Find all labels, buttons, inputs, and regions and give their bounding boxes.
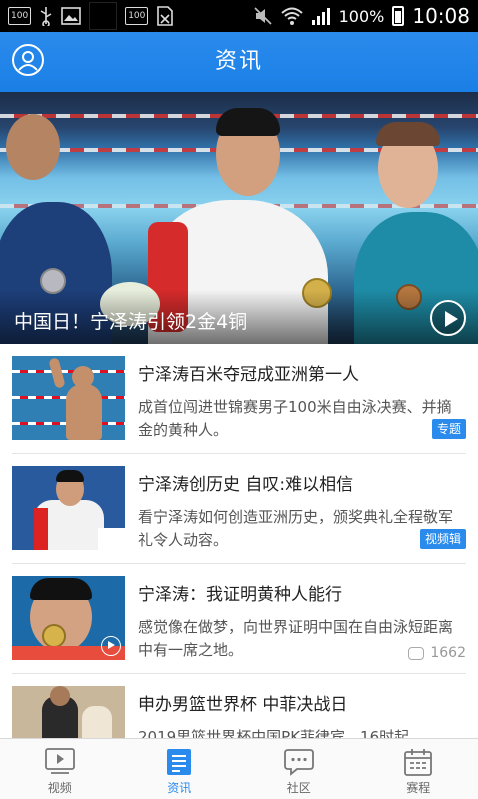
news-icon <box>167 749 192 775</box>
tab-label: 视频 <box>47 781 72 795</box>
athlete-hair <box>216 108 280 136</box>
video-collection-tag: 视频辑 <box>419 529 466 549</box>
news-thumbnail <box>12 576 125 660</box>
calendar-icon <box>404 749 433 776</box>
news-thumbnail <box>12 356 125 440</box>
athlete-right-hair <box>376 122 440 146</box>
play-icon <box>101 636 121 656</box>
status-bar: 100 100 100% 10:08 <box>0 0 478 32</box>
battery-level-icon <box>392 6 405 26</box>
wifi-icon <box>280 7 303 25</box>
hero-title[interactable]: 中国日！宁泽涛引领2金4铜 <box>14 307 247 334</box>
signal-icon <box>311 8 330 25</box>
comment-count-value: 1662 <box>430 645 466 661</box>
tab-label: 赛程 <box>406 781 431 795</box>
comment-count: 1662 <box>408 645 466 661</box>
topic-tag: 专题 <box>431 419 466 439</box>
tab-community[interactable]: 社区 <box>239 739 359 799</box>
news-description: 看宁泽涛如何创造亚洲历史，颁奖典礼全程敬军礼令人动容。 <box>138 508 454 549</box>
mute-icon <box>253 7 272 25</box>
comment-icon <box>408 646 425 660</box>
news-title: 申办男篮世界杯 中菲决战日 <box>138 695 348 715</box>
bottom-tab-bar: 视频 资讯 社区 赛程 <box>0 738 478 799</box>
badge-text: 100 <box>11 11 29 21</box>
battery-icon: 100 <box>125 7 149 25</box>
news-item[interactable]: 宁泽涛创历史 自叹:难以相信 看宁泽涛如何创造亚洲历史，颁奖典礼全程敬军礼令人动… <box>12 454 466 564</box>
image-icon <box>61 7 81 25</box>
news-item[interactable]: 宁泽涛百米夺冠成亚洲第一人 成首位闯进世锦赛男子100米自由泳决赛、并摘金的黄种… <box>12 344 466 454</box>
usb-icon <box>40 7 52 26</box>
chat-icon <box>283 749 314 776</box>
tab-label: 资讯 <box>167 781 192 795</box>
badge-text: 100 <box>128 11 146 21</box>
blank-icon <box>89 2 118 30</box>
news-item[interactable]: 宁泽涛：我证明黄种人能行 感觉像在做梦，向世界证明中国在自由泳短距离中有一席之地… <box>12 564 466 674</box>
no-sim-icon <box>157 6 174 26</box>
video-icon <box>44 748 75 774</box>
play-circle-icon[interactable] <box>430 300 466 336</box>
page-title: 资讯 <box>214 49 263 74</box>
tab-label: 社区 <box>286 781 311 795</box>
news-description: 成首位闯进世锦赛男子100米自由泳决赛、并摘金的黄种人。 <box>138 398 452 439</box>
hero-banner[interactable]: 中国日！宁泽涛引领2金4铜 <box>0 92 478 344</box>
clock: 10:08 <box>412 4 470 28</box>
tab-video[interactable]: 视频 <box>0 739 120 799</box>
news-thumbnail <box>12 466 125 550</box>
tab-schedule[interactable]: 赛程 <box>359 739 478 799</box>
athlete-left-head <box>6 114 60 180</box>
battery-100-icon: 100 <box>8 7 32 25</box>
battery-percent: 100% <box>338 6 385 26</box>
news-title: 宁泽涛百米夺冠成亚洲第一人 <box>138 365 359 385</box>
tab-news[interactable]: 资讯 <box>120 739 240 799</box>
app-header: 资讯 <box>0 32 478 92</box>
news-title: 宁泽涛创历史 自叹:难以相信 <box>138 475 354 495</box>
news-title: 宁泽涛：我证明黄种人能行 <box>138 585 342 605</box>
